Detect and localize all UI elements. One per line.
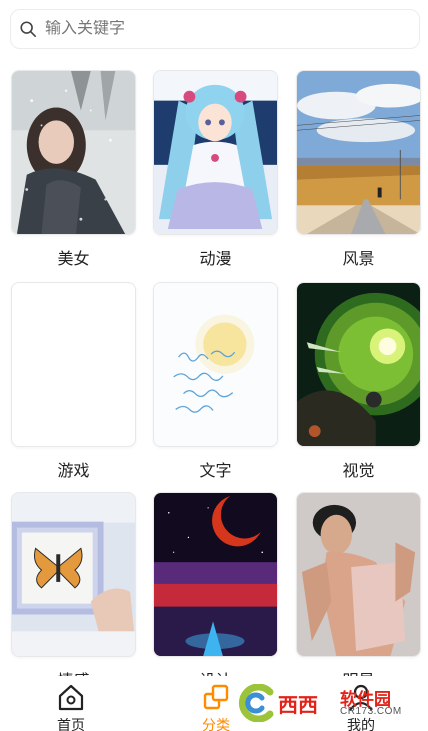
category-thumb-emotion xyxy=(11,492,136,657)
watermark-url: CR173.COM xyxy=(340,705,402,717)
category-card-celebrity[interactable]: 明星 xyxy=(296,492,421,691)
category-card-beauty[interactable]: 美女 xyxy=(11,70,136,269)
tab-label: 首页 xyxy=(57,717,85,731)
watermark-logo-icon xyxy=(238,684,274,722)
category-thumb-text xyxy=(153,282,278,447)
category-card-scenery[interactable]: 风景 xyxy=(296,70,421,269)
category-card-anime[interactable]: 动漫 xyxy=(153,70,278,269)
watermark-text: 西西 软件园 CR173.COM xyxy=(278,689,401,718)
category-card-design[interactable]: 设计 xyxy=(153,492,278,691)
category-card-visual[interactable]: 视觉 xyxy=(296,282,421,481)
category-thumb-celebrity xyxy=(296,492,421,657)
category-card-games[interactable]: 游戏 xyxy=(11,282,136,481)
category-thumb-visual xyxy=(296,282,421,447)
category-label: 游戏 xyxy=(57,463,90,480)
category-card-emotion[interactable]: 情感 xyxy=(11,492,136,691)
category-grid: 美女 动漫 风景 游戏 文字 视觉 xyxy=(0,0,428,731)
category-thumb-games xyxy=(11,282,136,447)
category-thumb-anime xyxy=(153,70,278,235)
category-label: 风景 xyxy=(342,251,375,268)
category-icon xyxy=(203,684,229,710)
tab-home[interactable]: 首页 xyxy=(36,682,106,731)
category-label: 动漫 xyxy=(199,251,232,268)
category-thumb-scenery xyxy=(296,70,421,235)
category-thumb-beauty xyxy=(11,70,136,235)
watermark-brand: 西西 xyxy=(278,692,318,717)
category-thumb-design xyxy=(153,492,278,657)
category-label: 文字 xyxy=(199,463,232,480)
category-label: 视觉 xyxy=(342,463,375,480)
category-card-text[interactable]: 文字 xyxy=(153,282,278,481)
watermark: 西西 软件园 CR173.COM xyxy=(232,682,410,724)
home-icon xyxy=(58,684,84,711)
category-label: 美女 xyxy=(57,251,90,268)
